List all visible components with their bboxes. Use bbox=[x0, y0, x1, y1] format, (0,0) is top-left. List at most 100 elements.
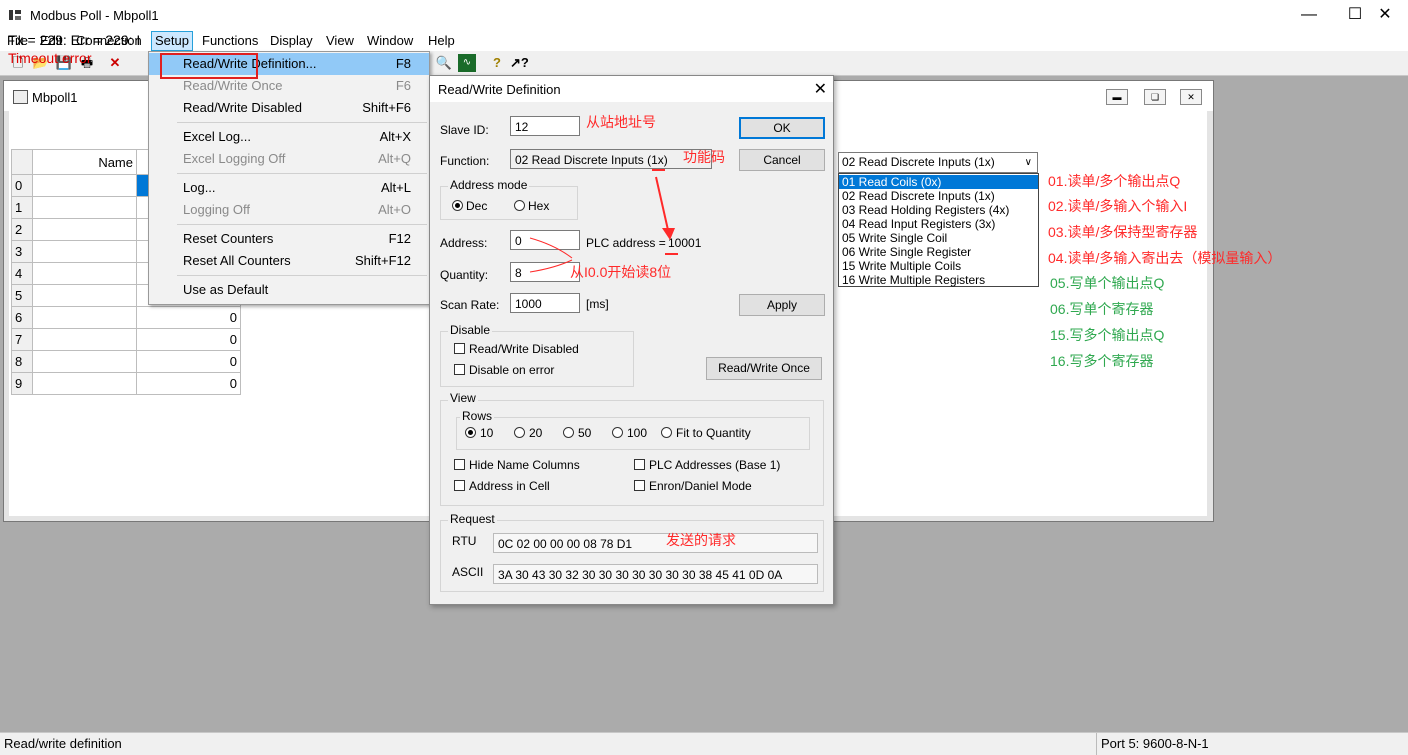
child-close-button[interactable]: ✕ bbox=[1180, 89, 1202, 105]
value-cell[interactable]: 0 bbox=[136, 350, 241, 373]
rw-once-button[interactable]: Read/Write Once bbox=[706, 357, 822, 380]
rows-100-radio[interactable] bbox=[612, 427, 623, 438]
name-cell[interactable] bbox=[32, 306, 137, 329]
menu-item-shortcut: F6 bbox=[395, 78, 411, 93]
table-row: 90 bbox=[11, 372, 241, 395]
annotation-request: 发送的请求 bbox=[666, 532, 736, 548]
disable-on-error-checkbox[interactable] bbox=[454, 364, 465, 375]
name-cell[interactable] bbox=[32, 262, 137, 285]
rows-20-radio[interactable] bbox=[514, 427, 525, 438]
name-cell[interactable] bbox=[32, 350, 137, 373]
slave-id-label: Slave ID: bbox=[440, 123, 489, 137]
annotation-slave-id: 从站地址号 bbox=[586, 114, 656, 130]
menu-item-label: Excel Logging Off bbox=[183, 151, 286, 166]
function-option[interactable]: 05 Write Single Coil bbox=[839, 231, 1038, 245]
minimize-button[interactable]: — bbox=[1286, 0, 1332, 30]
name-cell[interactable] bbox=[32, 372, 137, 395]
scan-rate-label: Scan Rate: bbox=[440, 298, 500, 312]
ok-button[interactable]: OK bbox=[739, 117, 825, 139]
rows-fit-label: Fit to Quantity bbox=[676, 426, 751, 440]
hide-name-columns-checkbox[interactable] bbox=[454, 459, 465, 470]
rows-10-radio[interactable] bbox=[465, 427, 476, 438]
scan-rate-input[interactable]: 1000 bbox=[510, 293, 580, 313]
menu-item-reset-counters[interactable]: Reset Counters F12 bbox=[149, 228, 429, 250]
dec-radio[interactable] bbox=[452, 200, 463, 211]
rw-disabled-checkbox[interactable] bbox=[454, 343, 465, 354]
function-label: Function: bbox=[440, 154, 490, 168]
chart-icon[interactable]: ∿ bbox=[458, 54, 476, 72]
address-label: Address: bbox=[440, 236, 488, 250]
menu-view[interactable]: View bbox=[323, 32, 357, 50]
menu-item-logging-off[interactable]: Logging Off Alt+O bbox=[149, 199, 429, 221]
status-divider bbox=[1096, 733, 1097, 755]
name-column-header[interactable]: Name bbox=[32, 149, 137, 175]
menu-item-label: Reset Counters bbox=[183, 231, 274, 246]
menu-item-excel-logging-off[interactable]: Excel Logging Off Alt+Q bbox=[149, 148, 429, 170]
name-cell[interactable] bbox=[32, 240, 137, 263]
address-in-cell-checkbox[interactable] bbox=[454, 480, 465, 491]
value-cell[interactable]: 0 bbox=[136, 306, 241, 329]
monitor-icon[interactable]: 🔍 bbox=[435, 54, 453, 72]
tx-err-status: Tx = 229: Err = 229: I bbox=[8, 32, 141, 48]
help-icon[interactable]: ? bbox=[488, 54, 506, 72]
context-help-icon[interactable]: ↗? bbox=[510, 54, 529, 72]
menu-help[interactable]: Help bbox=[425, 32, 458, 50]
ascii-label: ASCII bbox=[452, 565, 484, 579]
menu-display[interactable]: Display bbox=[267, 32, 316, 50]
annotation-fc02: 02.读单/多输入个输入I bbox=[1048, 198, 1188, 214]
menu-item-reset-all-counters[interactable]: Reset All Counters Shift+F12 bbox=[149, 250, 429, 272]
view-group-label: View bbox=[448, 391, 478, 405]
row-header: 4 bbox=[11, 262, 33, 285]
function-option[interactable]: 16 Write Multiple Registers bbox=[839, 273, 1038, 287]
name-cell[interactable] bbox=[32, 284, 137, 307]
function-code-combobox[interactable]: 02 Read Discrete Inputs (1x) ∨ bbox=[838, 152, 1038, 173]
function-combobox-value: 02 Read Discrete Inputs (1x) bbox=[842, 155, 995, 169]
menu-item-rw-disabled[interactable]: Read/Write Disabled Shift+F6 bbox=[149, 97, 429, 119]
cancel-button[interactable]: Cancel bbox=[739, 149, 825, 171]
name-cell[interactable] bbox=[32, 196, 137, 219]
plc-addresses-label: PLC Addresses (Base 1) bbox=[649, 458, 781, 472]
name-cell[interactable] bbox=[32, 218, 137, 241]
close-button[interactable]: ✕ bbox=[1362, 0, 1408, 30]
name-cell[interactable] bbox=[32, 328, 137, 351]
child-minimize-button[interactable]: ▬ bbox=[1106, 89, 1128, 105]
rows-50-radio[interactable] bbox=[563, 427, 574, 438]
menu-item-excel-log[interactable]: Excel Log... Alt+X bbox=[149, 126, 429, 148]
slave-id-input[interactable]: 12 bbox=[510, 116, 580, 136]
dec-label: Dec bbox=[466, 199, 488, 213]
menu-functions[interactable]: Functions bbox=[199, 32, 261, 50]
value-cell[interactable]: 0 bbox=[136, 372, 241, 395]
function-option[interactable]: 03 Read Holding Registers (4x) bbox=[839, 203, 1038, 217]
row-header: 9 bbox=[11, 372, 33, 395]
row-header: 0 bbox=[11, 174, 33, 197]
menu-item-shortcut: Alt+O bbox=[378, 202, 411, 217]
annotation-fc01: 01.读单/多个输出点Q bbox=[1048, 173, 1181, 189]
disable-group-label: Disable bbox=[448, 323, 493, 337]
menu-setup[interactable]: Setup bbox=[151, 31, 193, 51]
function-option[interactable]: 02 Read Discrete Inputs (1x) bbox=[839, 189, 1038, 203]
menu-item-label: Use as Default bbox=[183, 282, 269, 297]
setup-menu-dropdown: Read/Write Definition... F8 Read/Write On… bbox=[148, 51, 430, 305]
dialog-close-icon[interactable]: ✕ bbox=[814, 79, 827, 99]
menu-window[interactable]: Window bbox=[364, 32, 416, 50]
function-option[interactable]: 01 Read Coils (0x) bbox=[839, 175, 1038, 189]
function-option[interactable]: 06 Write Single Register bbox=[839, 245, 1038, 259]
delete-icon[interactable]: ✕ bbox=[106, 54, 124, 72]
plc-addresses-checkbox[interactable] bbox=[634, 459, 645, 470]
value-cell[interactable]: 0 bbox=[136, 328, 241, 351]
table-row: 80 bbox=[11, 350, 241, 373]
row-header: 5 bbox=[11, 284, 33, 307]
function-option[interactable]: 15 Write Multiple Coils bbox=[839, 259, 1038, 273]
dialog-title-bar: Read/Write Definition ✕ bbox=[430, 76, 833, 102]
function-option[interactable]: 04 Read Input Registers (3x) bbox=[839, 217, 1038, 231]
menu-item-use-as-default[interactable]: Use as Default bbox=[149, 279, 429, 301]
chevron-down-icon: ∨ bbox=[1024, 157, 1032, 168]
menu-item-log[interactable]: Log... Alt+L bbox=[149, 177, 429, 199]
child-restore-button[interactable]: ❏ bbox=[1144, 89, 1166, 105]
apply-button[interactable]: Apply bbox=[739, 294, 825, 316]
rtu-label: RTU bbox=[452, 534, 477, 548]
disable-on-error-label: Disable on error bbox=[469, 363, 555, 377]
enron-mode-checkbox[interactable] bbox=[634, 480, 645, 491]
rows-fit-radio[interactable] bbox=[661, 427, 672, 438]
name-cell[interactable] bbox=[32, 174, 137, 197]
